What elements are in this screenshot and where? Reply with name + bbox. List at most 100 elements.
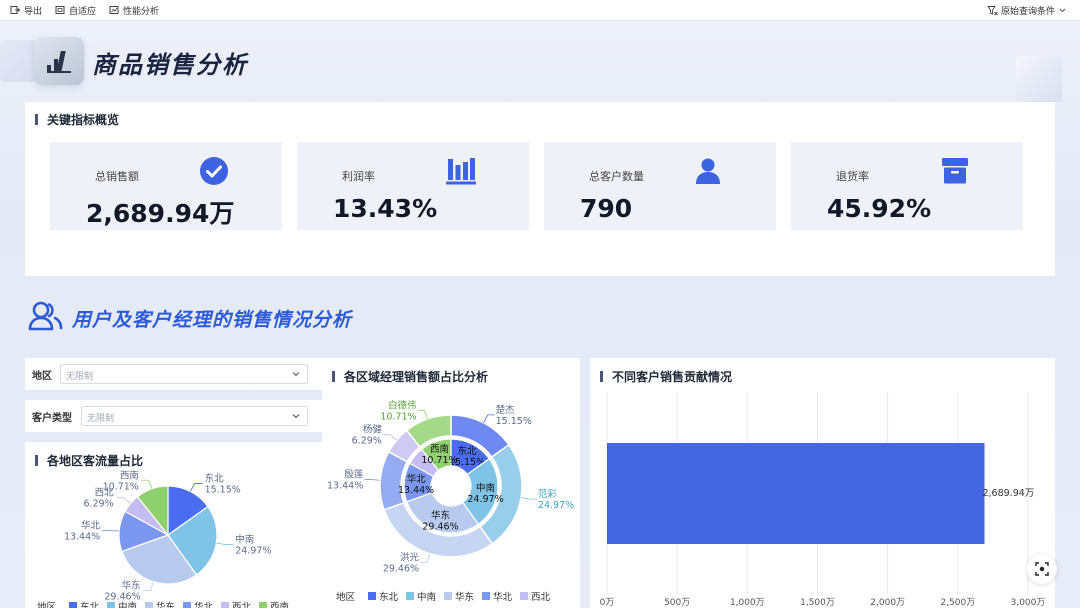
query-conditions-button[interactable]: 原始查询条件 (984, 4, 1070, 17)
kpi-value: 2,689.94万 (86, 199, 235, 228)
legend-swatch-西北 (221, 602, 229, 608)
legend-swatch-西南 (259, 602, 267, 608)
inner-ring-percent: 13.44% (398, 485, 434, 496)
outer-leader-line (382, 434, 397, 441)
performance-button[interactable]: 性能分析 (109, 4, 159, 17)
legend-label: 华东 (156, 601, 175, 608)
customer-contribution-card: 不同客户销售贡献情况 0万 500万 1,000万 1,500万 2,000万 2,500… (590, 358, 1055, 608)
decor-cube-left (0, 40, 38, 82)
outer-ring-label: 楚杰 (496, 404, 516, 416)
outer-ring-label: 洪光 (400, 551, 420, 563)
bar-chart-icon (446, 156, 476, 186)
outer-ring-label: 范彩 (538, 488, 558, 500)
legend-swatch-东北 (368, 592, 376, 600)
pie-percent-label: 13.44% (64, 531, 100, 542)
legend-label: 东北 (80, 601, 100, 608)
customer-type-filter-label: 客户类型 (32, 413, 72, 424)
bar (607, 443, 985, 544)
user-icon (693, 156, 723, 186)
x-tick-label: 0万 (600, 598, 615, 608)
legend-swatch-华北 (482, 592, 490, 600)
outer-ring-percent: 15.15% (496, 416, 532, 427)
customer-contribution-bar-chart: 0万 500万 1,000万 1,500万 2,000万 2,500万 3,000万 2,68… (600, 392, 1046, 608)
legend-label: 华北 (194, 601, 214, 608)
outer-ring-percent: 13.44% (327, 481, 363, 492)
kpi-card-title: 关键指标概览 (35, 111, 119, 128)
outer-ring-label: 杨健 (363, 423, 383, 435)
kpi-label: 总销售额 (95, 170, 139, 183)
legend-label: 东北 (379, 591, 399, 603)
pie-leader-line (115, 497, 131, 504)
inner-ring-label: 东北 (458, 445, 478, 457)
outer-ring-percent: 10.71% (380, 411, 416, 422)
kpi-value: 45.92% (827, 194, 932, 223)
fullscreen-button[interactable] (1027, 554, 1057, 584)
bar-value-label: 2,689.94万 (982, 488, 1034, 499)
outer-ring-percent: 6.29% (352, 435, 382, 446)
check-circle-icon (199, 156, 229, 186)
export-button[interactable]: 导出 (10, 4, 42, 17)
manager-sales-donut-chart: 楚杰15.15%范彩24.97%洪光29.46%殷莲13.44%杨健6.29%白… (327, 399, 574, 608)
outer-ring-label: 殷莲 (344, 469, 364, 481)
kpi-label: 退货率 (836, 170, 869, 183)
outer-leader-line (483, 414, 495, 424)
legend-swatch-华东 (145, 602, 153, 608)
region-filter: 地区 无限制 (25, 358, 340, 390)
kpi-total-customers: 总客户数量 790 (544, 142, 776, 230)
query-conditions-label: 原始查询条件 (1000, 6, 1055, 17)
pie-leader-line (190, 483, 203, 492)
outer-leader-line (520, 497, 537, 500)
chevron-down-icon (1059, 8, 1066, 12)
legend-swatch-华北 (183, 602, 191, 608)
adaptive-button[interactable]: 自适应 (55, 4, 96, 17)
export-icon (10, 6, 20, 14)
performance-label: 性能分析 (123, 6, 160, 17)
x-tick-label: 500万 (664, 598, 690, 608)
region-traffic-card: 各地区客流量占比 东北 15.15% 中南 24.97% 华东 29.46% 华北 13.44… (25, 442, 340, 608)
inner-ring-percent: 10.71% (421, 455, 457, 466)
app-logo (34, 37, 84, 85)
chevron-down-icon (292, 372, 300, 377)
pie-label: 西南 (120, 469, 139, 481)
kpi-label: 利润率 (342, 170, 375, 183)
inner-ring-label: 西南 (430, 443, 449, 455)
outer-ring-percent: 24.97% (538, 500, 574, 511)
pie-label: 中南 (235, 534, 254, 546)
pie-percent-label: 15.15% (205, 484, 241, 495)
x-tick-label: 1,500万 (800, 598, 835, 608)
region-select[interactable]: 无限制 (60, 364, 308, 384)
legend-swatch-中南 (406, 592, 414, 600)
legend-label: 中南 (417, 591, 436, 603)
legend-label: 华北 (493, 591, 513, 603)
export-label: 导出 (24, 6, 43, 17)
inner-ring-percent: 29.46% (422, 521, 458, 532)
decor-cube-right (1016, 56, 1062, 102)
legend-label: 中南 (118, 601, 137, 608)
legend-label: 西南 (270, 601, 289, 608)
outer-ring-label: 白德伟 (388, 399, 417, 411)
customer-type-select[interactable]: 无限制 (81, 406, 308, 426)
kpi-total-sales: 总销售额 2,689.94万 (50, 142, 282, 230)
outer-ring-percent: 29.46% (383, 563, 419, 574)
kpi-label: 总客户数量 (589, 170, 644, 183)
legend-label: 华东 (455, 591, 474, 603)
x-tick-label: 3,000万 (1011, 598, 1046, 608)
fit-screen-icon (55, 6, 65, 14)
region-traffic-pie-chart: 东北15.15%中南24.97%华东29.46%华北13.44%西北6.29%西… (37, 469, 289, 608)
page-title: 商品销售分析 (92, 51, 248, 79)
adaptive-label: 自适应 (69, 6, 97, 17)
legend-swatch-西北 (520, 592, 528, 600)
kpi-profit-margin: 利润率 13.43% (297, 142, 529, 230)
archive-box-icon (940, 156, 970, 186)
outer-leader-line (420, 553, 431, 563)
filter-clear-icon (987, 5, 998, 15)
kpi-value: 790 (580, 194, 633, 223)
pie-label: 华东 (122, 579, 141, 591)
users-icon (28, 301, 63, 331)
legend-title: 地区 (336, 591, 356, 603)
legend-title: 地区 (37, 601, 57, 608)
kpi-overview-card: 关键指标概览 总销售额 2,689.94万 利润率 13.43% 总客户数量 7… (25, 102, 1055, 276)
chevron-down-icon (292, 414, 300, 419)
pie-leader-line (102, 529, 120, 532)
region-select-placeholder: 无限制 (66, 372, 94, 382)
